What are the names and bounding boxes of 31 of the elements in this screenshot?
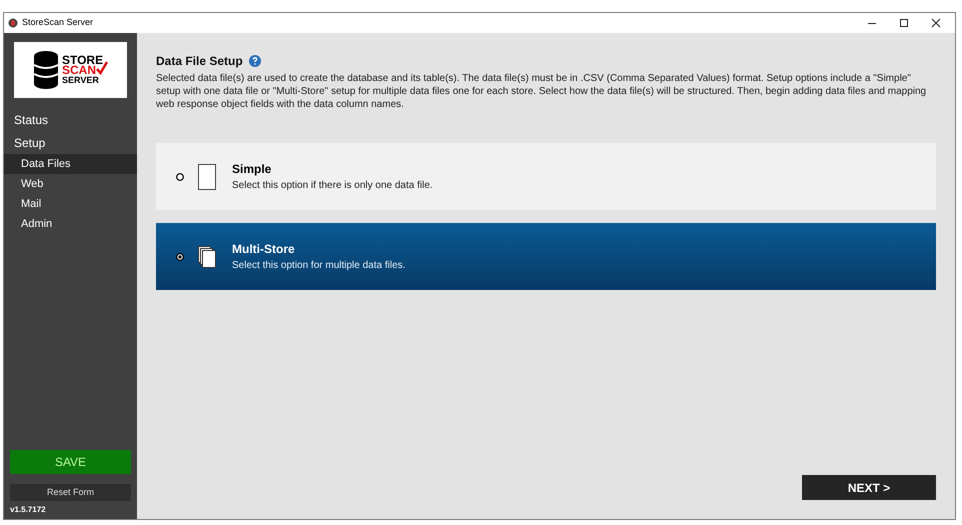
nav-item[interactable]: Admin <box>4 214 137 234</box>
option-title: Multi-Store <box>232 241 296 258</box>
nav-item[interactable]: Mail <box>4 194 137 214</box>
help-icon[interactable] <box>248 55 261 67</box>
database-icon <box>32 50 59 90</box>
version-label: v1.5.7172 <box>10 504 47 516</box>
logo-text: SCAN <box>62 65 96 75</box>
logo-text: STORE <box>62 55 104 65</box>
close-icon[interactable] <box>931 18 941 28</box>
nav-section[interactable]: Setup <box>4 131 137 154</box>
app-icon <box>8 18 18 28</box>
reset-button[interactable]: Reset Form <box>10 484 131 501</box>
page-description: Selected data file(s) are used to create the database and its table(s). The data file(s) must be in .CSV (Comma Separated Values) format. Setup options include a "Simple" setup with one data file or "Multi-Store" setup for multiple data files one for each store. Select how the data file(s) will be structured. Then, begin adding data files and mapping web response object fields with the data column names. <box>156 72 928 111</box>
option-description: Select this option for multiple data files. <box>232 259 406 273</box>
option-card[interactable]: Simple Select this option if there is only one data file. <box>156 143 936 210</box>
maximize-icon[interactable] <box>899 18 909 28</box>
nav-section[interactable]: Status <box>4 108 137 131</box>
nav-item[interactable]: Data Files <box>4 154 137 174</box>
window-title: StoreScan Server <box>22 16 94 30</box>
radio-button[interactable] <box>176 172 184 180</box>
nav-item[interactable]: Web <box>4 174 137 194</box>
next-button[interactable]: NEXT > <box>802 475 936 500</box>
option-title: Simple <box>232 161 272 178</box>
page-title: Data File Setup <box>156 53 243 70</box>
logo-text: SERVER <box>62 75 100 85</box>
document-icon <box>198 164 216 190</box>
save-button[interactable]: SAVE <box>10 450 131 474</box>
radio-button[interactable] <box>176 252 184 260</box>
documents-icon <box>198 246 216 268</box>
option-description: Select this option if there is only one data file. <box>232 179 433 193</box>
option-card[interactable]: Multi-Store Select this option for multiple data files. <box>156 223 936 290</box>
